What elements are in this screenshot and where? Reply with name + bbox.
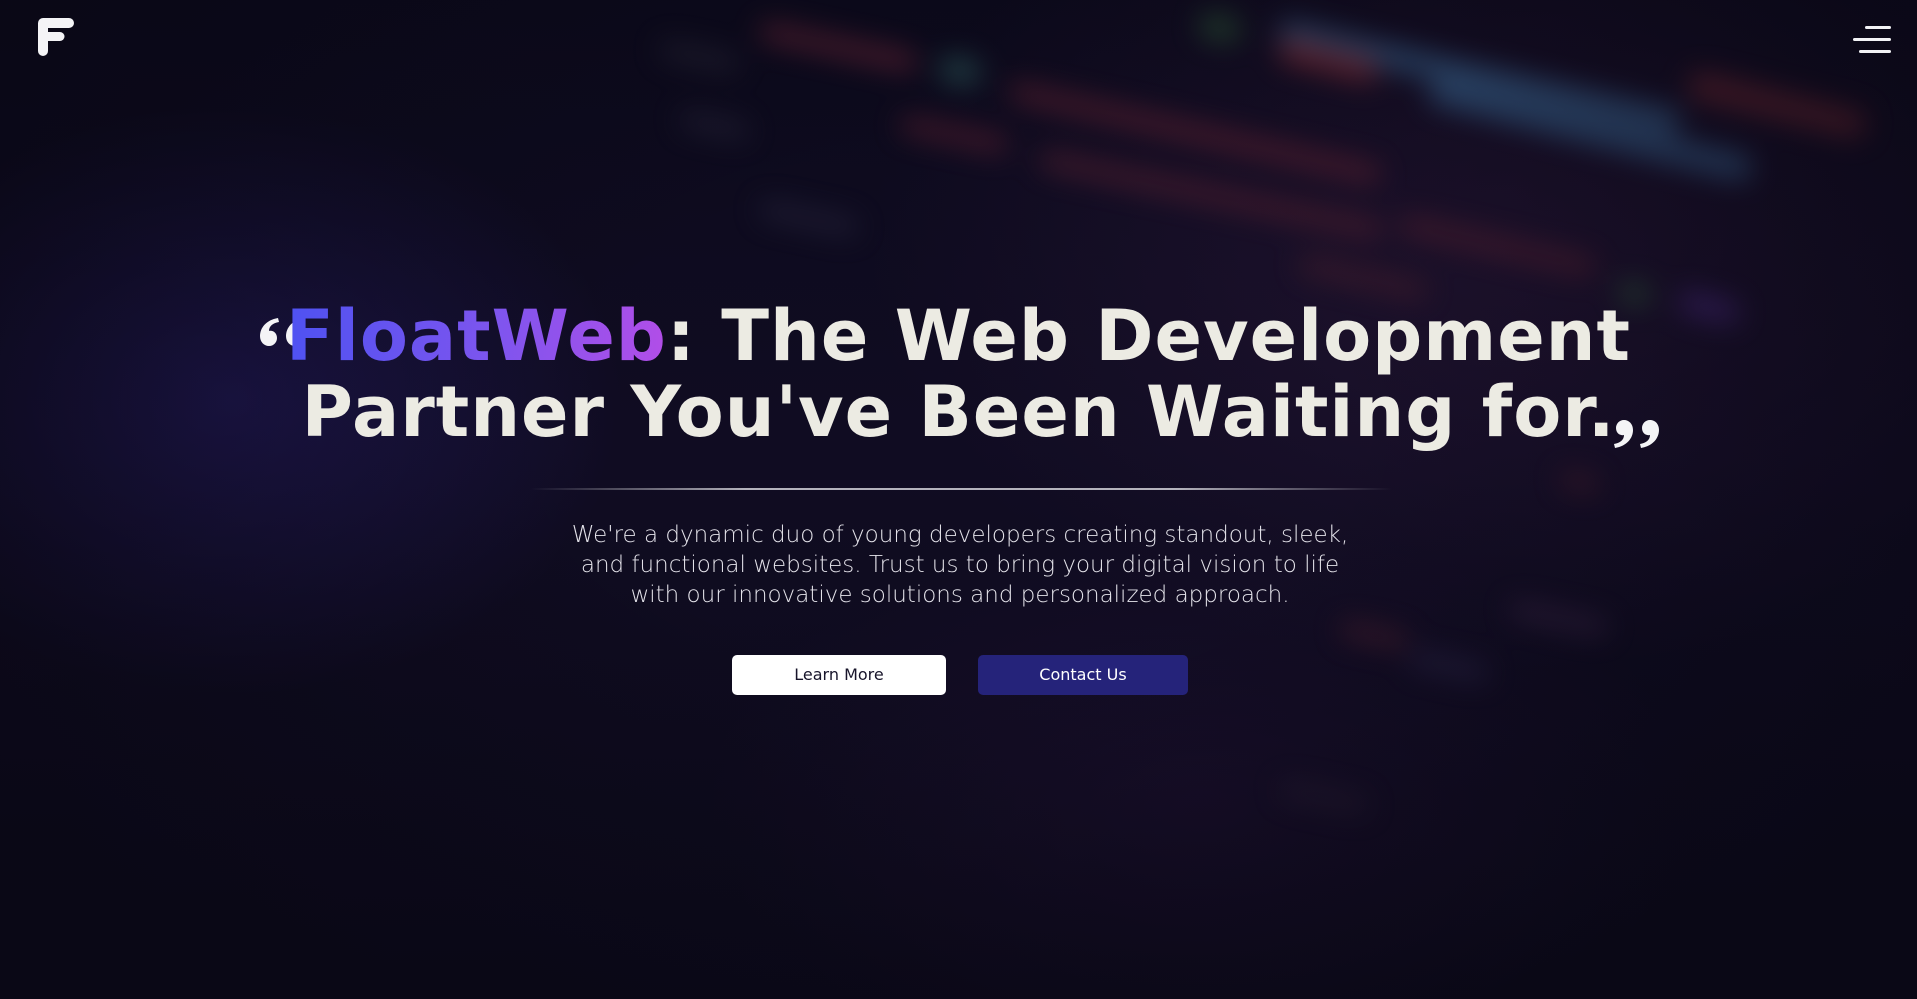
headline-container: FloatWeb: The Web Development Partner Yo… — [0, 298, 1917, 450]
headline-line2-text: Partner You've Been Waiting for. — [301, 371, 1616, 453]
subtitle-line-3: with our innovative solutions and person… — [630, 582, 1290, 608]
hamburger-menu-icon[interactable] — [1853, 24, 1891, 56]
headline-line1-text: : The Web Development — [666, 295, 1631, 377]
learn-more-button[interactable]: Learn More — [732, 655, 946, 695]
blurred-code-background — [0, 0, 1917, 999]
floatweb-logo-icon[interactable] — [38, 18, 74, 56]
hero-section: FloatWeb: The Web Development Partner Yo… — [0, 0, 1917, 999]
hero-subtitle: We're a dynamic duo of young developers … — [560, 520, 1360, 610]
contact-us-button[interactable]: Contact Us — [978, 655, 1188, 695]
hero-headline: FloatWeb: The Web Development Partner Yo… — [286, 298, 1631, 450]
subtitle-line-1: We're a dynamic duo of young developers … — [571, 522, 1349, 548]
subtitle-line-2: and functional websites. Trust us to bri… — [580, 552, 1340, 578]
brand-name: FloatWeb — [286, 295, 667, 377]
headline-divider — [530, 488, 1392, 490]
